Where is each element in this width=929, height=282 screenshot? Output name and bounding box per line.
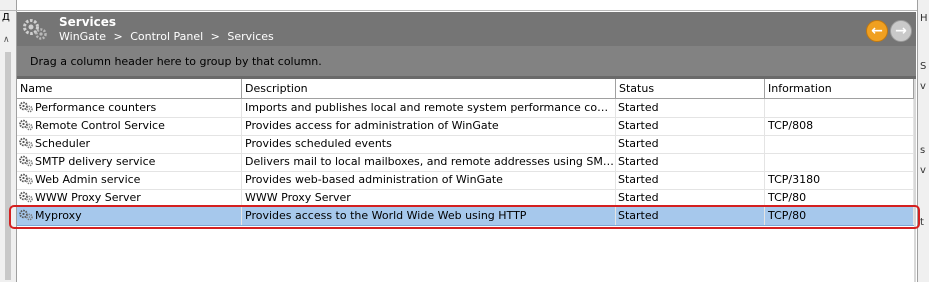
scroll-up-icon[interactable]: ∧ <box>3 36 10 45</box>
right-strip-letter: s <box>920 145 926 156</box>
right-strip-letter: t <box>920 217 924 228</box>
service-name: SMTP delivery service <box>35 155 156 168</box>
back-arrow-icon: ← <box>871 23 883 39</box>
services-grid: Name Description Status Information Perf… <box>17 79 916 282</box>
cell-information[interactable]: TCP/80 <box>765 189 914 207</box>
back-button[interactable]: ← <box>866 20 888 42</box>
page-title: Services <box>59 15 117 29</box>
table-row[interactable]: SMTP delivery service Delivers mail to lo… <box>17 153 914 172</box>
right-strip-letter: v <box>920 81 926 92</box>
gear-service-icon <box>19 209 33 221</box>
cell-status[interactable]: Started <box>616 99 765 117</box>
group-by-hint: Drag a column header here to group by th… <box>30 55 322 68</box>
cell-description[interactable]: Provides access to the World Wide Web us… <box>242 207 616 225</box>
cell-name[interactable]: SMTP delivery service <box>17 153 242 171</box>
service-name: Myproxy <box>35 209 82 222</box>
gears-logo-icon <box>23 19 47 40</box>
table-row[interactable]: Myproxy Provides access to the World Wide… <box>17 207 914 226</box>
cell-description[interactable]: Provides web-based administration of Win… <box>242 171 616 189</box>
gear-service-icon <box>19 155 33 167</box>
cell-description[interactable]: WWW Proxy Server <box>242 189 616 207</box>
cell-description[interactable]: Provides access for administration of Wi… <box>242 117 616 135</box>
gear-service-icon <box>19 137 33 149</box>
gear-service-icon <box>19 101 33 113</box>
right-dock-strip: H S v s v t <box>917 0 929 282</box>
cell-status[interactable]: Started <box>616 207 765 225</box>
left-dock-strip: Д ∧ <box>0 0 17 282</box>
cell-name[interactable]: Web Admin service <box>17 171 242 189</box>
column-header-status[interactable]: Status <box>616 79 765 98</box>
breadcrumb-separator: > <box>210 30 220 43</box>
breadcrumb-separator: > <box>113 30 123 43</box>
cell-information[interactable]: TCP/808 <box>765 117 914 135</box>
gear-service-icon <box>19 191 33 203</box>
gear-service-icon <box>19 119 33 131</box>
right-strip-letter: H <box>920 13 928 24</box>
left-scrollbar[interactable] <box>5 52 11 280</box>
cell-status[interactable]: Started <box>616 135 765 153</box>
table-row[interactable]: Remote Control Service Provides access fo… <box>17 117 914 136</box>
column-header-description[interactable]: Description <box>242 79 616 98</box>
page-header: Services WinGate > Control Panel > Servi… <box>17 12 916 46</box>
cell-name[interactable]: Remote Control Service <box>17 117 242 135</box>
cell-status[interactable]: Started <box>616 117 765 135</box>
cell-name[interactable]: WWW Proxy Server <box>17 189 242 207</box>
service-name: Web Admin service <box>35 173 141 186</box>
pin-icon[interactable]: Д <box>2 13 10 23</box>
cell-status[interactable]: Started <box>616 153 765 171</box>
cell-name[interactable]: Performance counters <box>17 99 242 117</box>
cell-information[interactable]: TCP/80 <box>765 207 914 225</box>
cell-information[interactable]: TCP/3180 <box>765 171 914 189</box>
cell-name[interactable]: Myproxy <box>17 207 242 225</box>
cell-description[interactable]: Provides scheduled events <box>242 135 616 153</box>
right-strip-letter: v <box>920 165 926 176</box>
table-row[interactable]: Performance counters Imports and publishe… <box>17 99 914 118</box>
service-name: Scheduler <box>35 137 91 150</box>
service-name: Performance counters <box>35 101 157 114</box>
right-strip-letter: S <box>920 61 927 72</box>
grid-right-border <box>914 79 916 282</box>
cell-status[interactable]: Started <box>616 189 765 207</box>
cell-description[interactable]: Delivers mail to local mailboxes, and re… <box>242 153 616 171</box>
top-divider <box>0 10 929 11</box>
breadcrumb: WinGate > Control Panel > Services <box>59 30 278 43</box>
cell-information[interactable] <box>765 153 914 171</box>
cell-name[interactable]: Scheduler <box>17 135 242 153</box>
forward-arrow-icon: → <box>895 23 907 39</box>
breadcrumb-services: Services <box>227 30 274 43</box>
gear-service-icon <box>19 173 33 185</box>
cell-description[interactable]: Imports and publishes local and remote s… <box>242 99 616 117</box>
table-row[interactable]: Web Admin service Provides web-based admi… <box>17 171 914 190</box>
column-header-name[interactable]: Name <box>17 79 242 98</box>
table-row[interactable]: Scheduler Provides scheduled events Starte… <box>17 135 914 154</box>
forward-button[interactable]: → <box>890 20 912 42</box>
table-row[interactable]: WWW Proxy Server WWW Proxy Server Started T… <box>17 189 914 208</box>
breadcrumb-wingate[interactable]: WinGate <box>59 30 106 43</box>
cell-information[interactable] <box>765 135 914 153</box>
service-name: Remote Control Service <box>35 119 165 132</box>
group-by-panel[interactable]: Drag a column header here to group by th… <box>17 46 916 76</box>
cell-information[interactable] <box>765 99 914 117</box>
column-header-information[interactable]: Information <box>765 79 914 98</box>
service-name: WWW Proxy Server <box>35 191 141 204</box>
breadcrumb-control-panel[interactable]: Control Panel <box>130 30 203 43</box>
grid-header: Name Description Status Information <box>17 79 916 99</box>
cell-status[interactable]: Started <box>616 171 765 189</box>
